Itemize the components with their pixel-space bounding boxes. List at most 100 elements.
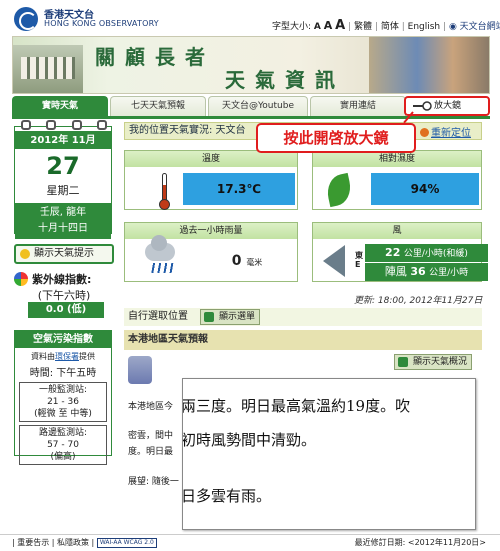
wcag-badge[interactable]: WAI-AA WCAG 2.0	[96, 537, 157, 548]
lang-simplified-link[interactable]: 简体	[381, 22, 399, 32]
wind-speed-row: 22 公里/小時(和緩)	[365, 244, 488, 262]
font-size-small-button[interactable]: A	[314, 22, 321, 32]
lunar-date: 十月十四日	[38, 223, 88, 234]
observatory-building-image	[13, 45, 83, 93]
relocate-link[interactable]: 重新定位	[420, 124, 471, 139]
humidity-value: 94%	[371, 173, 479, 205]
uv-title: 紫外線指數:	[32, 273, 92, 286]
separator: |	[443, 22, 447, 32]
menu-icon	[204, 312, 214, 322]
uv-value: 0.0 (低)	[28, 302, 104, 318]
roadside-station-value: 57 - 70	[47, 440, 79, 450]
forecast-line-2: 密雲，間中	[128, 431, 174, 441]
wind-direction-en: E	[355, 260, 361, 269]
magnified-line-1: 兩三度。明日最高氣溫約19度。吹	[182, 397, 411, 415]
calendar-weekday: 星期二	[46, 184, 80, 197]
calendar: 2012年 11月 27 星期二 壬辰, 龍年 十月十四日	[14, 120, 112, 239]
calendar-year-month: 2012年 11月	[15, 131, 111, 149]
wind-direction-zh: 東	[355, 251, 363, 260]
show-weather-overview-label: 顯示天氣概況	[413, 357, 468, 367]
general-station-value: 21 - 36	[47, 397, 79, 407]
roadside-station-label: 路邊監測站:	[38, 428, 88, 438]
updated-timestamp: 更新: 18:00, 2012年11月27日	[354, 296, 483, 306]
footer-notices-links[interactable]: | 重要告示 | 私隱政策 |	[12, 538, 94, 547]
lang-english-link[interactable]: English	[408, 22, 441, 32]
magnifier-view[interactable]: 兩三度。明日最高氣溫約19度。吹 初時風勢間中清勁。 日多雲有雨。	[182, 378, 476, 530]
rainfall-number: 0	[231, 253, 242, 269]
tab-seven-day-forecast[interactable]: 七天天氣預報	[110, 96, 206, 116]
lang-traditional-link[interactable]: 繁體	[354, 22, 372, 32]
wind-gust-unit: 公里/小時	[429, 268, 469, 278]
air-quality-title: 空氣污染指數	[15, 331, 111, 348]
show-menu-label: 顯示選單	[219, 312, 256, 322]
thermometer-icon	[159, 173, 170, 210]
separator: |	[374, 22, 378, 32]
wind-direction-label: 東 E	[355, 251, 363, 269]
lunar-year: 壬辰, 龍年	[39, 207, 87, 218]
rainfall-unit: 毫米	[246, 258, 263, 267]
temperature-title: 溫度	[125, 151, 297, 167]
calendar-ring-icon	[21, 120, 31, 130]
font-size-large-button[interactable]: A	[335, 18, 345, 33]
wind-speed-value: 22	[385, 246, 401, 259]
relocate-label: 重新定位	[431, 128, 471, 139]
humidity-card: 相對濕度 94%	[312, 150, 482, 210]
leaf-icon	[324, 172, 354, 208]
source-prefix: 資料由	[31, 352, 55, 361]
temperature-value: 17.3℃	[183, 173, 295, 205]
general-station-level: (輕微 至 中等)	[34, 409, 92, 419]
rainfall-value: 0 毫米	[207, 251, 287, 273]
temperature-card: 溫度 17.3℃	[124, 150, 298, 210]
calendar-day: 27	[46, 152, 80, 180]
magnifier-callout: 按此開啓放大鏡	[256, 123, 416, 153]
last-revised: 最近修訂日期: <2012年11月20日>	[354, 538, 486, 547]
header: 香港天文台 HONG KONG OBSERVATORY 字型大小: A A A …	[0, 0, 500, 34]
rainfall-title: 過去一小時雨量	[125, 223, 297, 239]
magnified-line-3: 日多雲有雨。	[182, 487, 272, 505]
footer: | 重要告示 | 私隱政策 | WAI-AA WCAG 2.0 最近修訂日期: …	[0, 534, 500, 551]
forecast-line-3: 度。明日最	[128, 447, 174, 457]
font-size-medium-button[interactable]: A	[324, 19, 333, 32]
uv-index-panel: 紫外線指數: (下午六時) 0.0 (低)	[14, 270, 114, 320]
tab-current-weather[interactable]: 實時天氣	[12, 96, 108, 116]
show-menu-button[interactable]: 顯示選單	[200, 309, 261, 325]
lightbulb-icon	[20, 249, 30, 259]
magnifier-button[interactable]: 放大鏡	[404, 96, 490, 116]
epd-link[interactable]: 環保署	[55, 352, 79, 361]
hko-logo-icon[interactable]	[14, 7, 38, 31]
location-select-row: 自行選取位置	[124, 308, 482, 326]
calendar-ring-icon	[71, 120, 82, 130]
tab-youtube[interactable]: 天文台@Youtube	[208, 96, 308, 116]
general-station: 一般監測站: 21 - 36 (輕微 至 中等)	[19, 382, 107, 422]
general-station-label: 一般監測站:	[38, 385, 88, 395]
forecast-title: 本港地區天氣預報	[124, 330, 482, 350]
rainfall-card: 過去一小時雨量 0 毫米	[124, 222, 298, 282]
calendar-ring-icon	[46, 120, 57, 130]
wind-gust-value: 36	[410, 265, 426, 278]
elderly-people-image	[369, 37, 489, 93]
show-weather-overview-button[interactable]: 顯示天氣概況	[394, 354, 473, 370]
magnifier-label: 放大鏡	[434, 101, 462, 111]
separator: |	[401, 22, 405, 32]
wind-speed-unit: 公里/小時	[403, 249, 443, 259]
uv-time: (下午六時)	[37, 289, 91, 302]
banner-title-line2: 天氣資訊	[225, 68, 345, 92]
banner-title-line1: 關顧長者	[95, 45, 215, 69]
hko-website-link[interactable]: ◉ 天文台網站	[449, 22, 500, 32]
wind-speed-desc: (和緩)	[442, 249, 468, 259]
magnified-line-2: 初時風勢間中清勁。	[182, 431, 317, 449]
magnifier-icon	[413, 101, 432, 111]
calendar-ring-icon	[96, 120, 107, 130]
show-weather-tips-button[interactable]: 顯示天氣提示	[14, 244, 114, 264]
wind-direction-arrow-icon	[323, 245, 345, 277]
calendar-rings	[21, 120, 107, 130]
font-size-controls: 字型大小: A A A | 繁體 | 简体 | English | ◉ 天文台網…	[272, 18, 500, 33]
calendar-lunar: 壬辰, 龍年 十月十四日	[15, 203, 111, 239]
roadside-station-level: (偏高)	[50, 452, 76, 462]
tab-useful-links[interactable]: 實用連結	[310, 96, 406, 116]
org-name-en: HONG KONG OBSERVATORY	[44, 19, 159, 28]
tab-underline	[12, 116, 490, 119]
air-quality-time: 時間: 下午五時	[29, 368, 97, 379]
rain-cloud-icon	[145, 235, 175, 261]
hko-website-label: 天文台網站	[459, 22, 500, 32]
